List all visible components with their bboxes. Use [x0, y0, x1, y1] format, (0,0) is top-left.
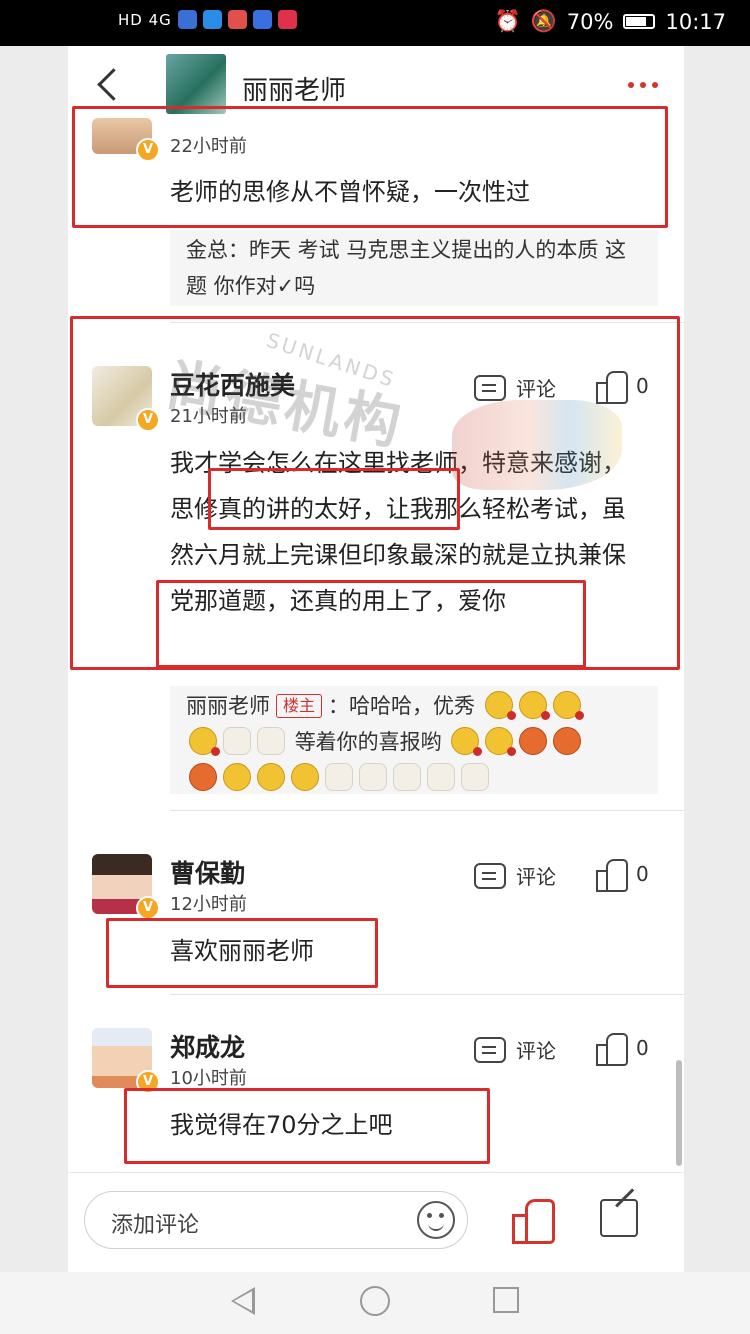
thumbs-up-icon [596, 1033, 628, 1066]
comment-input-placeholder: 添加评论 [111, 1213, 200, 1238]
scrollbar[interactable] [676, 1060, 682, 1166]
thumbs-up-emoji-icon [427, 763, 455, 791]
divider [170, 994, 684, 995]
emoji-icon[interactable] [417, 1201, 455, 1239]
angry-emoji-icon [189, 763, 217, 791]
grin-emoji-icon [223, 763, 251, 791]
rose-emoji-icon [552, 691, 584, 720]
page-title: 丽丽老师 [242, 76, 347, 106]
comment-text: 我觉得在70分之上吧 [170, 1111, 393, 1139]
app-notification-icon [177, 10, 197, 29]
alarm-icon: ⏰ [494, 9, 521, 33]
comment-button[interactable]: 评论 [474, 1035, 556, 1064]
baidu-icon [252, 10, 272, 29]
mute-icon: 🔕 [530, 9, 557, 33]
nav-back-icon[interactable] [231, 1287, 255, 1315]
thumbs-up-emoji-icon [325, 763, 353, 791]
rose-emoji-icon [451, 727, 483, 756]
share-icon[interactable] [600, 1199, 638, 1237]
host-tag: 楼主 [276, 694, 323, 718]
status-left: HD 4G [118, 10, 297, 29]
thumbs-up-emoji-icon [393, 763, 421, 791]
alipay-icon [202, 10, 222, 29]
comment-label: 评论 [516, 1039, 556, 1063]
commenter-name[interactable]: 豆花西施美 [170, 366, 295, 402]
thumbs-up-icon [596, 371, 628, 404]
like-count: 0 [636, 1036, 649, 1060]
comment-input-bar: 添加评论 [68, 1172, 684, 1272]
thumbs-up-emoji-icon [461, 763, 489, 791]
reply-text: 金总：昨天 考试 马克思主义提出的人的本质 这题 你作对✓吗 [186, 238, 627, 298]
rose-emoji-icon [485, 727, 517, 756]
battery-percent: 70% [566, 9, 614, 34]
like-count: 0 [636, 862, 649, 886]
like-button[interactable]: 0 [596, 1033, 649, 1066]
angry-emoji-icon [519, 727, 548, 755]
nav-home-icon[interactable] [360, 1286, 390, 1316]
rose-emoji-icon [484, 691, 516, 720]
reply-block[interactable]: 金总：昨天 考试 马克思主义提出的人的本质 这题 你作对✓吗 [170, 230, 658, 306]
reply-text: ：哈哈哈，优秀 [328, 694, 476, 718]
thumbs-up-icon [596, 859, 628, 892]
comment-time: 12小时前 [170, 894, 247, 915]
thumbs-up-emoji-icon [223, 727, 251, 755]
rose-emoji-icon [189, 727, 220, 756]
comment-page: 丽丽老师 V 22小时前 老师的思修从不曾怀疑，一次性过 金总：昨天 考试 马克… [68, 46, 684, 1272]
reply-block[interactable]: 丽丽老师 楼主 ：哈哈哈，优秀 等着你的喜报哟 [170, 686, 658, 794]
reply-text: 等着你的喜报哟 [294, 730, 442, 754]
verified-badge-icon: V [136, 138, 160, 162]
status-right: ⏰ 🔕 70% 10:17 [494, 9, 726, 34]
grin-emoji-icon [291, 763, 319, 791]
battery-icon [623, 14, 656, 29]
like-button[interactable]: 0 [596, 371, 649, 404]
thumbs-up-icon[interactable] [512, 1199, 555, 1244]
comment-icon [474, 862, 506, 889]
rose-emoji-icon [518, 691, 550, 720]
thumbs-up-emoji-icon [359, 763, 387, 791]
top-header: 丽丽老师 [68, 46, 684, 118]
more-options-icon[interactable] [628, 82, 658, 88]
verified-badge-icon: V [136, 408, 160, 432]
thumbs-up-emoji-icon [257, 727, 285, 755]
comment-icon [474, 374, 506, 401]
reply-author[interactable]: 丽丽老师 [186, 694, 270, 718]
video-app-icon [277, 10, 297, 29]
angry-emoji-icon [553, 727, 582, 755]
comment-icon [474, 1036, 506, 1063]
comment-button[interactable]: 评论 [474, 861, 556, 890]
verified-badge-icon: V [136, 1070, 160, 1094]
app-notification-icon [227, 10, 247, 29]
nav-recents-icon[interactable] [493, 1287, 519, 1313]
network-indicator: HD 4G [118, 10, 172, 29]
comment-label: 评论 [516, 865, 556, 889]
divider [170, 810, 684, 811]
like-count: 0 [636, 374, 649, 398]
commenter-name[interactable]: 郑成龙 [170, 1028, 245, 1064]
status-bar: HD 4G ⏰ 🔕 70% 10:17 [0, 0, 750, 46]
comment-button[interactable]: 评论 [474, 373, 556, 402]
comment-label: 评论 [516, 377, 556, 401]
comment-input[interactable]: 添加评论 [84, 1191, 468, 1249]
divider [170, 322, 684, 323]
comment-time: 21小时前 [170, 406, 247, 427]
author-avatar[interactable] [166, 54, 226, 114]
comment-time: 10小时前 [170, 1068, 247, 1089]
clock: 10:17 [665, 9, 726, 34]
like-button[interactable]: 0 [596, 859, 649, 892]
verified-badge-icon: V [136, 896, 160, 920]
commenter-name[interactable]: 曹保勤 [170, 854, 245, 890]
comment-text: 我才学会怎么在这里找老师，特意来感谢，思修真的讲的太好，让我那么轻松考试，虽然六… [170, 449, 626, 615]
comment-time: 22小时前 [170, 136, 247, 157]
back-arrow-icon[interactable] [92, 64, 122, 104]
comment-text: 老师的思修从不曾怀疑，一次性过 [170, 178, 530, 206]
grin-emoji-icon [257, 763, 285, 791]
system-nav-bar [0, 1272, 750, 1334]
comment-text: 喜欢丽丽老师 [170, 937, 314, 965]
